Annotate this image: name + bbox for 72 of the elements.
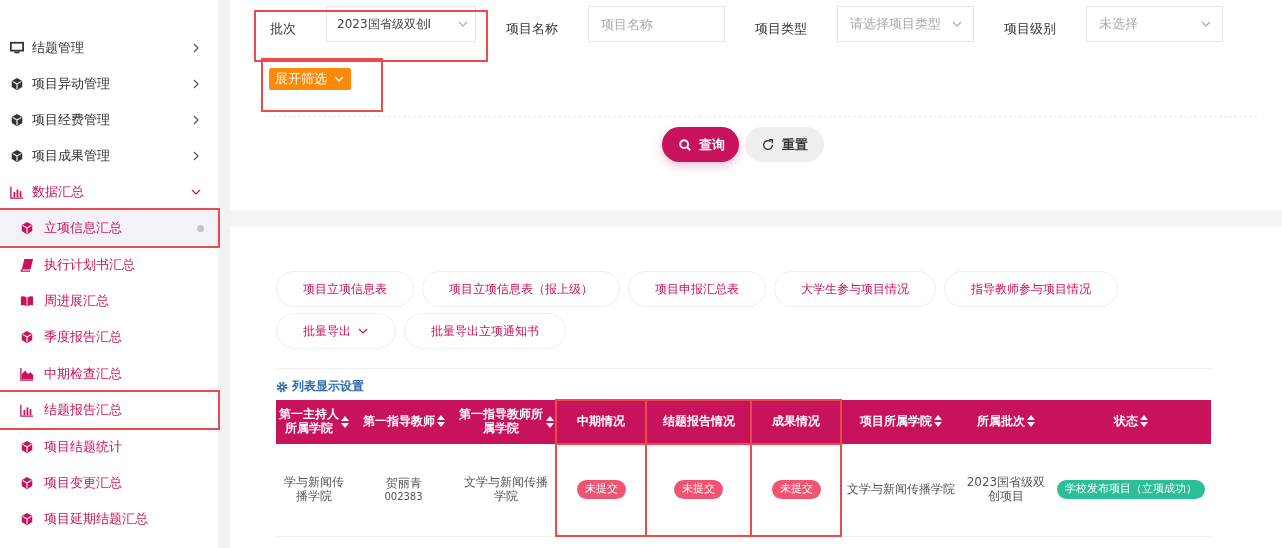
column-header[interactable]: 所属批次	[961, 399, 1051, 444]
status-tag: 学校发布项目（立项成功）	[1057, 480, 1205, 499]
export-button[interactable]: 项目立项信息表	[276, 271, 414, 307]
column-header[interactable]: 项目所属学院	[841, 399, 961, 444]
sort-icon[interactable]	[1140, 415, 1148, 428]
sidebar-subitem[interactable]: 周进展汇总	[0, 282, 218, 320]
bar-chart-icon	[10, 185, 24, 199]
active-dot	[197, 224, 204, 232]
text-field[interactable]: 项目名称	[588, 6, 725, 42]
teacher-cell: 贺丽青 002383	[384, 476, 423, 503]
sidebar-subitem[interactable]: 立项信息汇总	[0, 210, 218, 247]
sidebar-subitem[interactable]: 季度报告汇总	[0, 319, 218, 356]
column-header: 成果情况	[751, 399, 841, 444]
select-field[interactable]: 2023国省级双创I	[326, 6, 476, 42]
cube-icon	[20, 512, 34, 527]
sidebar-subitem[interactable]: 结题报告汇总	[0, 391, 218, 429]
column-header[interactable]: 状态	[1051, 399, 1211, 444]
cube-icon	[20, 330, 34, 345]
cube-icon	[10, 113, 24, 127]
sidebar-item[interactable]: 项目经费管理	[0, 102, 218, 138]
open-book-icon	[20, 293, 34, 308]
column-header: 中期情况	[556, 399, 646, 444]
cube-icon	[20, 221, 34, 236]
export-button[interactable]: 批量导出	[276, 313, 396, 349]
export-button[interactable]: 项目立项信息表（报上级）	[422, 271, 620, 307]
export-button[interactable]: 批量导出立项通知书	[404, 313, 566, 349]
book-icon	[20, 257, 34, 272]
sidebar-subitem[interactable]: 中期检查汇总	[0, 355, 218, 392]
field-label: 项目级别	[1004, 20, 1056, 38]
bar-chart-icon	[20, 403, 34, 418]
status-tag: 未提交	[674, 480, 723, 499]
sort-icon[interactable]	[341, 415, 349, 428]
column-header[interactable]: 第一指导教师	[351, 399, 456, 444]
cube-icon	[20, 439, 34, 454]
sidebar-item[interactable]: 结题管理	[0, 30, 218, 66]
list-settings-link[interactable]: 列表显示设置	[292, 378, 364, 395]
sidebar-item[interactable]: 数据汇总	[0, 174, 218, 210]
monitor-icon	[10, 41, 24, 55]
table-cell: 2023国省级双创项目	[961, 443, 1051, 536]
sort-icon[interactable]	[934, 415, 942, 428]
column-header[interactable]: 第一主持人所属学院	[276, 399, 351, 444]
sidebar-subitem[interactable]: 项目变更汇总	[0, 464, 218, 502]
cube-icon	[10, 77, 24, 91]
table-cell: 学与新闻传播学院	[276, 443, 351, 536]
search-button[interactable]: 查询	[661, 127, 739, 162]
sort-icon[interactable]	[436, 415, 445, 428]
column-header[interactable]: 第一指导教师所属学院	[456, 399, 556, 444]
export-button[interactable]: 大学生参与项目情况	[774, 271, 936, 307]
cube-icon	[20, 475, 34, 490]
status-tag: 未提交	[771, 480, 821, 499]
sidebar-item[interactable]: 项目异动管理	[0, 66, 218, 102]
sidebar-subitem[interactable]: 项目结题统计	[0, 428, 218, 465]
field-label: 项目名称	[506, 20, 558, 38]
sidebar-item[interactable]: 项目成果管理	[0, 138, 218, 174]
column-header: 结题报告情况	[646, 399, 751, 444]
table-cell: 文学与新闻传播学院	[841, 443, 961, 536]
status-tag: 未提交	[576, 480, 626, 499]
export-button[interactable]: 项目申报汇总表	[628, 271, 766, 307]
sort-icon[interactable]	[546, 415, 554, 428]
gear-icon[interactable]	[276, 380, 288, 393]
refresh-icon	[760, 137, 775, 152]
sort-icon[interactable]	[1027, 415, 1035, 428]
sidebar-subitem[interactable]: 执行计划书汇总	[0, 246, 218, 283]
table-cell: 文学与新闻传播学院	[456, 443, 556, 536]
area-chart-icon	[20, 366, 34, 381]
export-button[interactable]: 指导教师参与项目情况	[944, 271, 1118, 307]
reset-button[interactable]: 重置	[744, 127, 824, 162]
field-label: 批次	[270, 20, 296, 38]
cube-icon	[10, 149, 24, 163]
field-label: 项目类型	[755, 20, 807, 38]
search-icon	[677, 137, 692, 152]
sidebar-subitem[interactable]: 项目延期结题汇总	[0, 501, 218, 538]
